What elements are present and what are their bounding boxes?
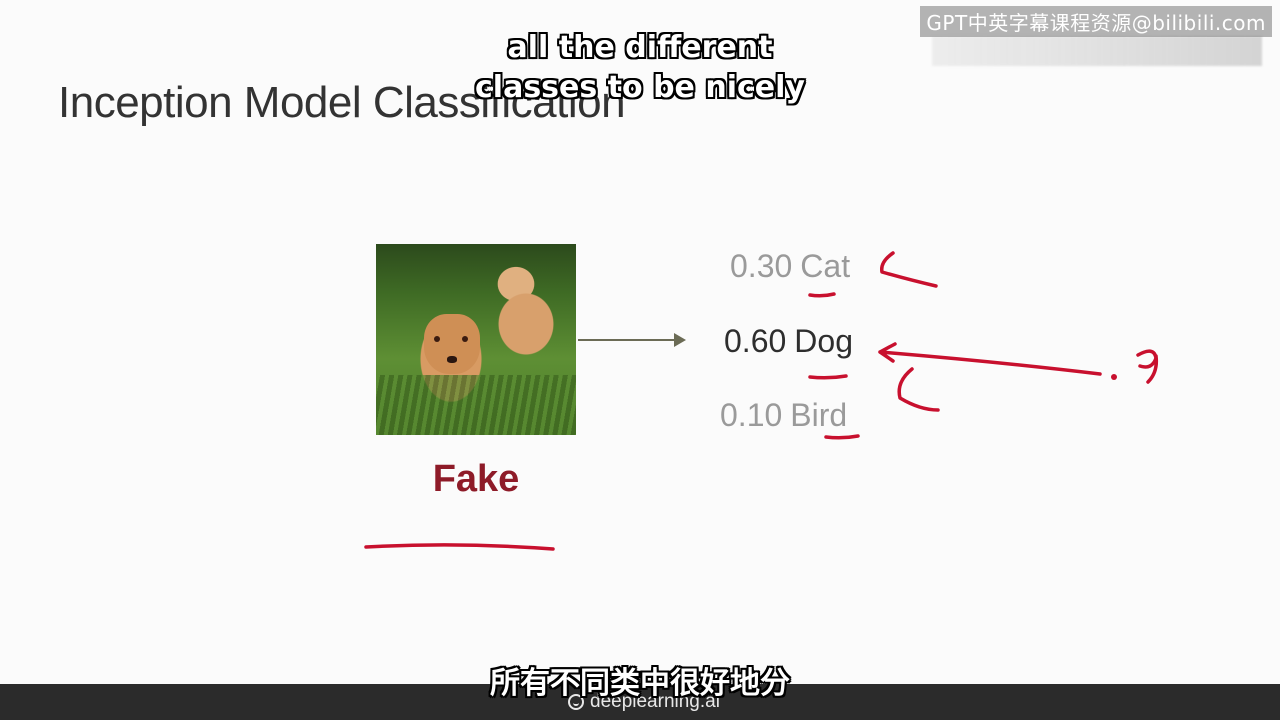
subtitle-english: all the different classes to be nicely <box>0 28 1280 108</box>
prediction-row-cat: 0.30 Cat <box>730 248 850 285</box>
dog-eye-right <box>462 336 468 342</box>
prediction-row-bird: 0.10 Bird <box>720 397 847 434</box>
dog-face <box>424 314 480 374</box>
prediction-score: 0.10 <box>720 397 783 433</box>
dog-nose <box>447 356 457 363</box>
arrow-head-icon <box>674 333 686 347</box>
grass <box>376 375 576 435</box>
prediction-row-dog: 0.60 Dog <box>724 323 853 360</box>
dog-eye-left <box>434 336 440 342</box>
prediction-score: 0.60 <box>724 323 787 359</box>
prediction-label: Dog <box>794 323 853 359</box>
dog-photo <box>376 244 576 435</box>
prediction-label: Bird <box>790 397 848 433</box>
prediction-label: Cat <box>800 248 851 284</box>
subtitle-line: all the different <box>507 30 773 65</box>
subtitle-chinese: 所有不同类中很好地分 <box>490 666 790 701</box>
slide: GPT中英字幕课程资源@bilibili.com Inception Model… <box>0 0 1280 684</box>
arrow-line <box>578 339 676 341</box>
verdict-label: Fake <box>432 458 520 500</box>
subtitle-line: classes to be nicely <box>475 70 805 105</box>
prediction-score: 0.30 <box>730 248 793 284</box>
